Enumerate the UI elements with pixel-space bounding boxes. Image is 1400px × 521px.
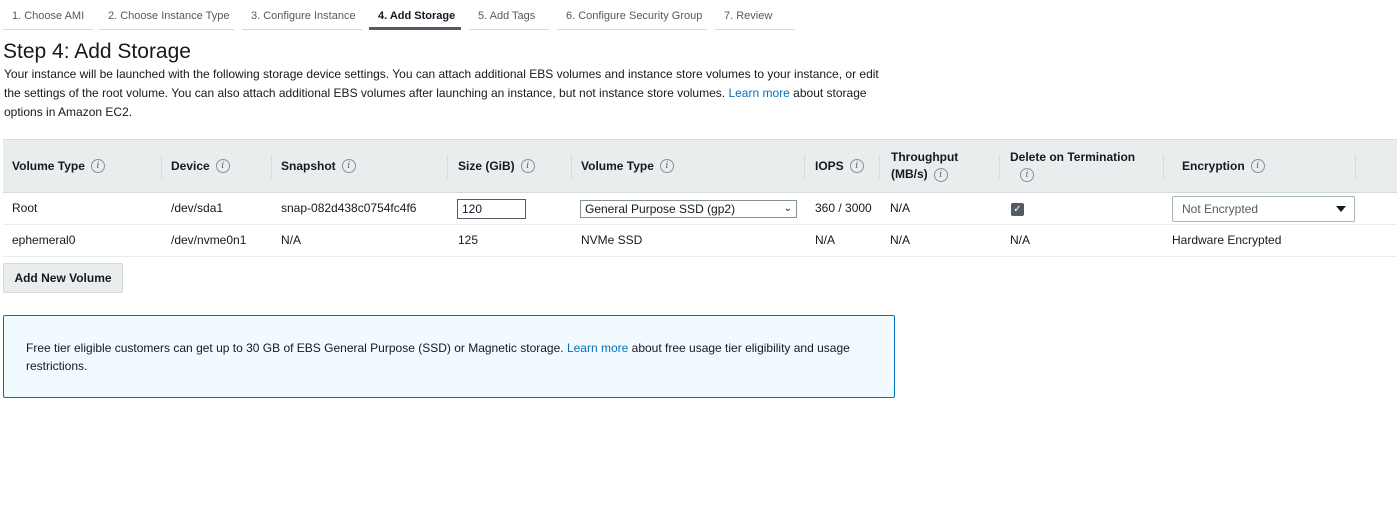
page-description: Your instance will be launched with the …	[4, 65, 894, 122]
header-size: Size (GiB) i	[449, 140, 535, 192]
delete-on-termination-checkbox[interactable]: ✓	[1011, 203, 1024, 216]
caret-down-icon	[1336, 206, 1346, 212]
learn-more-free-tier-link[interactable]: Learn more	[567, 341, 628, 355]
header-throughput: Throughput (MB/s) i	[882, 140, 958, 192]
header-iops-label: IOPS	[815, 159, 844, 173]
tab-configure-instance[interactable]: 3. Configure Instance	[242, 0, 362, 30]
cell-delete-on-termination: N/A	[1010, 233, 1031, 247]
header-delete-line2-wrap: i	[1010, 166, 1135, 183]
info-icon[interactable]: i	[215, 159, 230, 173]
encryption-select[interactable]: Not Encrypted	[1172, 196, 1355, 222]
header-throughput-label: Throughput (MB/s) i	[891, 149, 958, 183]
info-icon[interactable]: i	[933, 167, 948, 182]
cell-iops: N/A	[815, 233, 836, 247]
header-encryption: Encryption i	[1173, 140, 1265, 192]
header-snapshot-label: Snapshot	[281, 159, 336, 173]
cell-volume-type-2: NVMe SSD	[581, 233, 643, 247]
tab-configure-security-group[interactable]: 6. Configure Security Group	[557, 0, 707, 30]
info-icon[interactable]: i	[1020, 167, 1034, 182]
add-new-volume-button[interactable]: Add New Volume	[3, 263, 123, 293]
header-divider	[804, 155, 805, 179]
cell-device: /dev/nvme0n1	[171, 233, 247, 247]
checkmark-icon: ✓	[1013, 204, 1022, 215]
header-volume-type-2: Volume Type i	[572, 140, 674, 192]
header-snapshot: Snapshot i	[272, 140, 356, 192]
header-divider	[999, 155, 1000, 179]
tab-add-tags[interactable]: 5. Add Tags	[469, 0, 549, 30]
wizard-tabs: 1. Choose AMI 2. Choose Instance Type 3.…	[3, 0, 803, 31]
cell-device: /dev/sda1	[171, 201, 224, 215]
header-volume-type-label: Volume Type	[12, 159, 85, 173]
header-delete-label: Delete on Termination i	[1010, 149, 1135, 183]
header-divider	[1163, 155, 1164, 179]
header-volume-type: Volume Type i	[3, 140, 105, 192]
header-throughput-line2-wrap: (MB/s) i	[891, 166, 958, 183]
chevron-down-icon: ⌄	[783, 203, 792, 214]
info-icon[interactable]: i	[1250, 159, 1265, 173]
header-throughput-line2: (MB/s)	[891, 167, 928, 181]
tab-add-storage[interactable]: 4. Add Storage	[369, 0, 461, 30]
table-header: Volume Type i Device i Snapshot i Size (…	[3, 139, 1397, 193]
header-size-label: Size (GiB)	[458, 159, 515, 173]
header-encryption-label: Encryption	[1182, 159, 1245, 173]
info-icon[interactable]: i	[90, 159, 105, 173]
tab-review[interactable]: 7. Review	[715, 0, 795, 30]
info-icon[interactable]: i	[659, 159, 674, 173]
volume-type-select[interactable]: General Purpose SSD (gp2) ⌄	[580, 200, 797, 218]
header-throughput-line1: Throughput	[891, 150, 959, 164]
tab-choose-ami[interactable]: 1. Choose AMI	[3, 0, 93, 30]
header-divider	[879, 155, 880, 179]
cell-throughput: N/A	[890, 233, 911, 247]
header-device-label: Device	[171, 159, 210, 173]
cell-iops: 360 / 3000	[815, 201, 872, 215]
cell-throughput: N/A	[890, 201, 911, 215]
page-title: Step 4: Add Storage	[3, 40, 191, 63]
header-iops: IOPS i	[806, 140, 864, 192]
cell-volume-type: ephemeral0	[12, 233, 76, 247]
info-icon[interactable]: i	[341, 159, 356, 173]
size-input[interactable]	[457, 199, 526, 219]
cell-encryption: Hardware Encrypted	[1172, 233, 1282, 247]
table-row: Root /dev/sda1 snap-082d438c0754fc4f6 Ge…	[3, 193, 1397, 225]
encryption-select-value: Not Encrypted	[1182, 202, 1259, 216]
alert-text: Free tier eligible customers can get up …	[26, 341, 564, 355]
header-divider	[1355, 155, 1356, 179]
free-tier-alert: Free tier eligible customers can get up …	[3, 315, 895, 398]
table-row: ephemeral0 /dev/nvme0n1 N/A 125 NVMe SSD…	[3, 225, 1397, 257]
volume-type-select-value: General Purpose SSD (gp2)	[585, 202, 736, 216]
header-delete-on-termination: Delete on Termination i	[1001, 140, 1135, 192]
storage-table: Volume Type i Device i Snapshot i Size (…	[3, 139, 1397, 257]
learn-more-storage-link[interactable]: Learn more	[728, 86, 789, 100]
cell-snapshot: snap-082d438c0754fc4f6	[281, 201, 417, 215]
tab-choose-instance-type[interactable]: 2. Choose Instance Type	[99, 0, 234, 30]
info-icon[interactable]: i	[520, 159, 535, 173]
info-icon[interactable]: i	[849, 159, 864, 173]
header-volume-type-2-label: Volume Type	[581, 159, 654, 173]
header-divider	[447, 155, 448, 179]
cell-volume-type: Root	[12, 201, 38, 215]
header-delete-line1: Delete on Termination	[1010, 150, 1136, 164]
cell-snapshot: N/A	[281, 233, 302, 247]
header-device: Device i	[162, 140, 230, 192]
cell-size: 125	[458, 233, 479, 247]
